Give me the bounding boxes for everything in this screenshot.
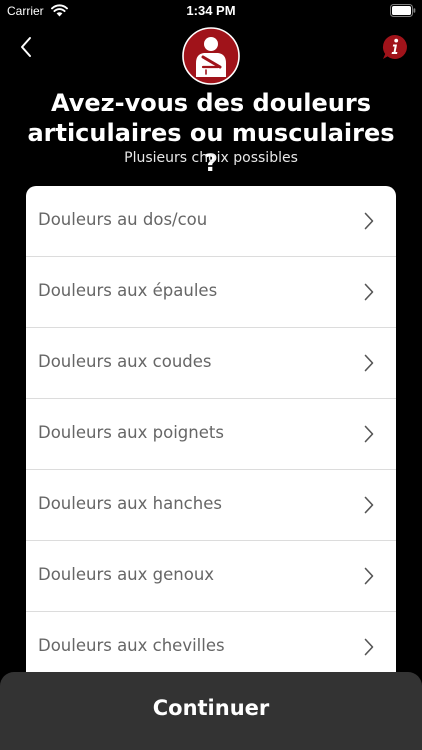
- chevron-left-icon: [21, 37, 31, 57]
- chevron-right-icon: [364, 567, 374, 585]
- option-label: Douleurs aux hanches: [38, 494, 222, 513]
- option-back-neck[interactable]: Douleurs au dos/cou: [26, 186, 396, 257]
- option-label: Douleurs aux poignets: [38, 423, 224, 442]
- chevron-right-icon: [364, 354, 374, 372]
- battery-icon: [390, 4, 416, 17]
- option-knees[interactable]: Douleurs aux genoux: [26, 541, 396, 612]
- option-wrists[interactable]: Douleurs aux poignets: [26, 399, 396, 470]
- avatar: [182, 27, 240, 85]
- chevron-right-icon: [364, 283, 374, 301]
- option-label: Douleurs aux coudes: [38, 352, 212, 371]
- page-subtitle: Plusieurs choix possibles: [124, 150, 298, 166]
- option-label: Douleurs aux genoux: [38, 565, 215, 584]
- option-elbows[interactable]: Douleurs aux coudes: [26, 328, 396, 399]
- status-time: 1:34 PM: [186, 3, 236, 18]
- injured-arm-sling-icon: [182, 27, 240, 85]
- info-button[interactable]: [381, 33, 409, 61]
- chevron-right-icon: [364, 212, 374, 230]
- options-list: Douleurs au dos/cou Douleurs aux épaules…: [26, 186, 396, 686]
- option-label: Douleurs aux épaules: [38, 281, 218, 300]
- continue-label: Continuer: [152, 696, 270, 720]
- chevron-right-icon: [364, 496, 374, 514]
- chevron-right-icon: [364, 425, 374, 443]
- option-shoulders[interactable]: Douleurs aux épaules: [26, 257, 396, 328]
- status-bar: Carrier 1:34 PM: [0, 0, 422, 24]
- option-label: Douleurs au dos/cou: [38, 210, 208, 229]
- option-label: Douleurs aux chevilles: [38, 636, 225, 655]
- continue-button[interactable]: Continuer: [0, 672, 422, 750]
- chevron-right-icon: [364, 638, 374, 656]
- info-icon: [382, 34, 407, 59]
- option-hips[interactable]: Douleurs aux hanches: [26, 470, 396, 541]
- back-button[interactable]: [14, 32, 40, 62]
